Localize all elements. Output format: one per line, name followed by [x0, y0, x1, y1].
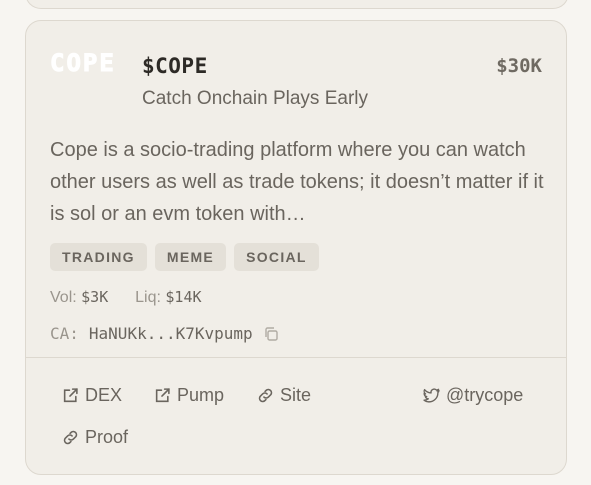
dex-link-label: DEX	[85, 385, 123, 405]
site-link[interactable]: Site	[257, 385, 311, 406]
cope-logo: COPE	[50, 49, 116, 75]
tag-list: TRADING MEME SOCIAL	[50, 243, 319, 271]
token-card[interactable]: COPE $COPE $30K Catch Onchain Plays Earl…	[25, 20, 567, 475]
divider	[26, 357, 566, 358]
liquidity-label: Liq:	[135, 289, 161, 306]
copy-icon[interactable]	[263, 326, 279, 342]
site-link-label: Site	[280, 385, 312, 405]
svg-text:COPE: COPE	[50, 49, 116, 75]
external-link-icon	[155, 388, 170, 403]
market-cap: $30K	[496, 55, 542, 77]
external-link-icon	[63, 388, 78, 403]
volume-label: Vol:	[50, 289, 77, 306]
previous-card-edge	[25, 0, 569, 9]
pump-link[interactable]: Pump	[154, 385, 224, 406]
link-icon	[63, 430, 78, 445]
dex-link[interactable]: DEX	[62, 385, 122, 406]
proof-link[interactable]: Proof	[62, 427, 128, 448]
proof-link-label: Proof	[85, 427, 129, 447]
ca-label: CA:	[50, 324, 79, 343]
token-description: Cope is a socio-trading platform where y…	[50, 139, 544, 225]
twitter-link-label: @trycope	[446, 385, 524, 405]
tag-meme[interactable]: MEME	[154, 243, 227, 271]
ca-value[interactable]: HaNUKk...K7Kvpump	[89, 324, 253, 343]
liquidity-value: $14K	[165, 288, 202, 306]
contract-address-row: CA: HaNUKk...K7Kvpump	[50, 324, 279, 343]
token-tagline: Catch Onchain Plays Early	[142, 88, 368, 109]
tag-social[interactable]: SOCIAL	[234, 243, 319, 271]
twitter-link[interactable]: @trycope	[423, 385, 523, 406]
twitter-icon	[423, 388, 440, 403]
volume-value: $3K	[81, 288, 109, 306]
pump-link-label: Pump	[177, 385, 225, 405]
stats-row: Vol: $3K Liq: $14K	[50, 288, 202, 307]
tag-trading[interactable]: TRADING	[50, 243, 147, 271]
token-ticker: $COPE	[142, 54, 208, 78]
link-icon	[258, 388, 273, 403]
